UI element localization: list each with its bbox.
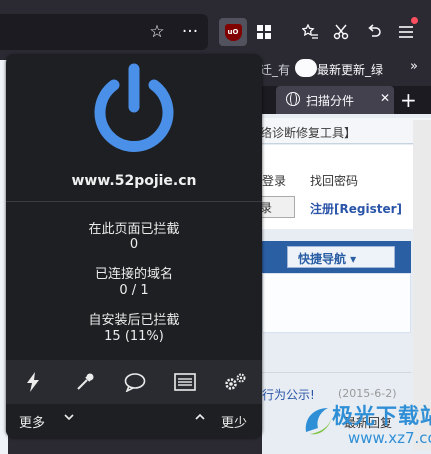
ublock-icon[interactable]: uO bbox=[219, 18, 247, 46]
login-area: 登录 找回密码 录 注册[Register] bbox=[259, 145, 431, 229]
watermark-url: www.xz7.com bbox=[348, 429, 431, 447]
more-button[interactable]: 更多 bbox=[19, 412, 45, 431]
tab-active[interactable]: 扫描分件 ✕ bbox=[276, 86, 394, 114]
close-icon[interactable]: ✕ bbox=[380, 91, 390, 105]
eyedropper-icon[interactable] bbox=[70, 367, 100, 397]
undo-icon[interactable] bbox=[360, 18, 388, 46]
watermark: 极光下载站 www.xz7.com bbox=[300, 398, 431, 454]
ublock-popup: www.52pojie.cn 在此页面已拦截 0 已连接的域名 0 / 1 自安… bbox=[6, 55, 262, 438]
settings-icon[interactable] bbox=[220, 367, 250, 397]
chevron-down-icon[interactable] bbox=[62, 410, 76, 424]
tab-strip: 扫描分件 ✕ + bbox=[262, 86, 431, 114]
divider bbox=[262, 372, 411, 373]
bookmarks-overflow-icon[interactable]: » bbox=[410, 59, 418, 74]
page-header: 络诊断修复工具】 ⤧ bbox=[260, 118, 431, 144]
less-button[interactable]: 更少 bbox=[221, 412, 247, 431]
power-toggle-icon[interactable] bbox=[86, 63, 182, 159]
popup-toolbar bbox=[6, 360, 262, 404]
update-badge bbox=[411, 17, 418, 24]
extensions-icon[interactable] bbox=[250, 18, 278, 46]
page-header-text: 络诊断修复工具】 bbox=[260, 126, 357, 140]
stat-value-domains: 0 / 1 bbox=[119, 283, 149, 298]
bookmark-item[interactable]: 迁_有 bbox=[260, 61, 290, 78]
screenshot-root: ☆ ··· uO 迁_有 最新更新_绿 » 扫描分件 ✕ + 络诊断修复工具】 … bbox=[0, 0, 431, 454]
globe-icon bbox=[286, 91, 300, 106]
quick-nav-button[interactable]: 快捷导航 ▾ bbox=[287, 246, 395, 268]
star-icon[interactable]: ☆ bbox=[143, 18, 171, 46]
collections-icon[interactable] bbox=[296, 18, 324, 46]
bookmark-item[interactable]: 最新更新_绿 bbox=[317, 61, 383, 78]
chevron-up-icon[interactable] bbox=[193, 410, 207, 424]
forgot-password-link[interactable]: 找回密码 bbox=[310, 172, 358, 189]
stat-label-blocked-total: 自安装后已拦截 bbox=[88, 313, 180, 328]
content-block bbox=[262, 273, 411, 333]
popup-divider bbox=[6, 201, 262, 202]
popup-footer: 更多 更少 bbox=[6, 404, 262, 438]
nav-band: 快捷导航 ▾ bbox=[262, 241, 411, 273]
watermark-title: 极光下载站 bbox=[332, 404, 431, 428]
login-label[interactable]: 登录 bbox=[262, 172, 286, 189]
stat-label-domains: 已连接的域名 bbox=[94, 267, 173, 282]
tab-title: 扫描分件 bbox=[306, 94, 355, 108]
new-tab-icon[interactable]: + bbox=[400, 88, 417, 112]
more-icon[interactable]: ··· bbox=[176, 18, 204, 46]
browser-toolbar: ☆ ··· uO bbox=[0, 0, 431, 60]
stat-value-blocked-total: 15 (11%) bbox=[104, 329, 164, 344]
stat-label-blocked-page: 在此页面已拦截 bbox=[88, 222, 180, 237]
speech-bubble-icon[interactable] bbox=[120, 367, 150, 397]
login-button[interactable]: 录 bbox=[259, 196, 295, 218]
list-icon[interactable] bbox=[170, 367, 200, 397]
stat-value-blocked-page: 0 bbox=[129, 237, 139, 252]
lightning-icon[interactable] bbox=[18, 367, 48, 397]
bookmarks-bar: 迁_有 最新更新_绿 » bbox=[260, 58, 431, 80]
bookmark-favicon bbox=[295, 59, 317, 77]
register-link[interactable]: 注册[Register] bbox=[310, 200, 402, 217]
site-hostname: www.52pojie.cn bbox=[71, 173, 197, 189]
screenshot-icon[interactable] bbox=[327, 18, 355, 46]
